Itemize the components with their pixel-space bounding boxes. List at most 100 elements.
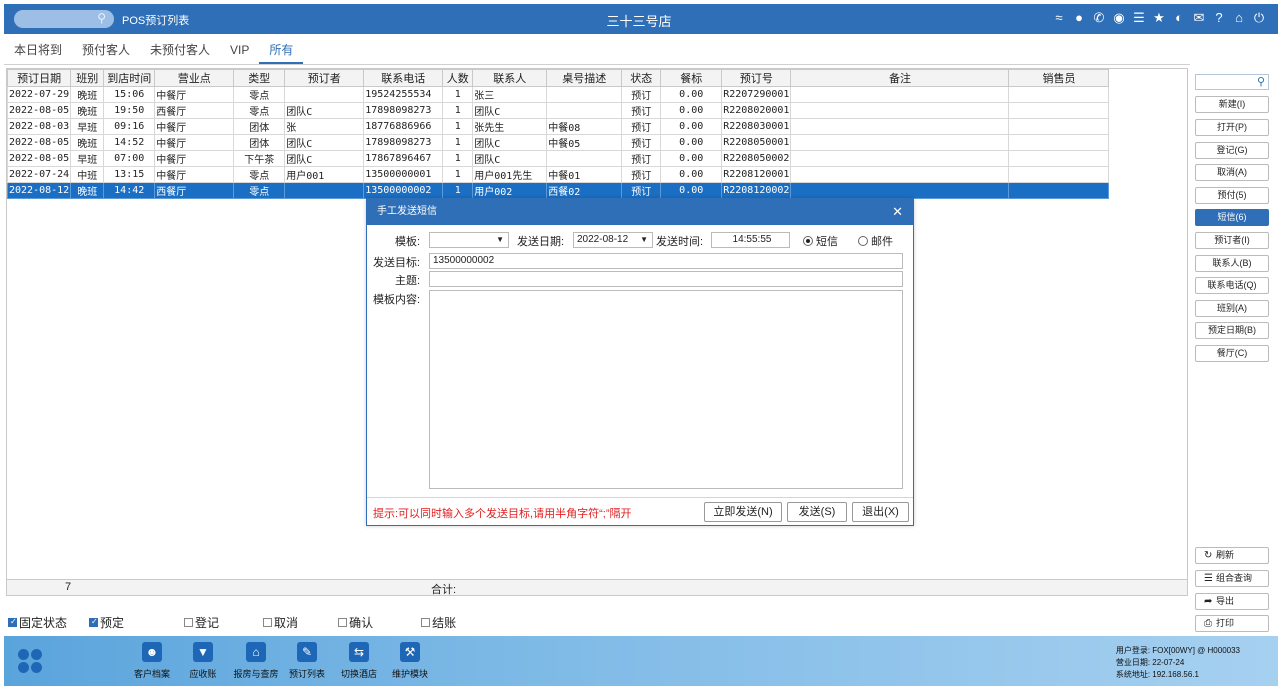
check-settled[interactable]: 结账 bbox=[421, 614, 456, 631]
panel-search-input[interactable]: ⚲ bbox=[1195, 74, 1269, 90]
table-cell[interactable]: 0.00 bbox=[660, 118, 723, 135]
mail-icon[interactable]: ✉ bbox=[1192, 10, 1206, 26]
table-cell[interactable]: 西餐厅 bbox=[154, 182, 235, 199]
col-header[interactable]: 类型 bbox=[233, 69, 286, 87]
table-cell[interactable]: R2208120002 bbox=[721, 182, 792, 199]
table-cell[interactable]: R2208020001 bbox=[721, 102, 792, 119]
table-cell[interactable]: 预订 bbox=[621, 118, 662, 135]
checkbox-icon[interactable] bbox=[421, 618, 431, 627]
star-icon[interactable]: ★ bbox=[1152, 10, 1166, 26]
table-cell[interactable]: 0.00 bbox=[660, 182, 723, 199]
check-fixed-status[interactable]: 固定状态 bbox=[8, 614, 67, 631]
table-cell[interactable] bbox=[1008, 102, 1110, 119]
table-cell[interactable]: 13:15 bbox=[103, 166, 156, 183]
table-cell[interactable]: 14:52 bbox=[103, 134, 156, 151]
table-cell[interactable]: 团体 bbox=[233, 118, 286, 135]
col-header[interactable]: 销售员 bbox=[1008, 69, 1110, 87]
table-cell[interactable]: 零点 bbox=[233, 166, 286, 183]
table-cell[interactable] bbox=[284, 86, 365, 103]
table-cell[interactable]: 1 bbox=[442, 102, 474, 119]
table-cell[interactable] bbox=[546, 102, 623, 119]
table-cell[interactable]: 团队C bbox=[472, 134, 548, 151]
table-row[interactable]: 2022-08-05 早班 07:00 中餐厅 下午茶 团队C 17867896467 1 团队… bbox=[6, 150, 1110, 167]
table-row[interactable]: 2022-08-05 晚班 14:52 中餐厅 团体 团队C 17898098273 1 团队C… bbox=[6, 134, 1110, 151]
send-now-button[interactable]: 立即发送(N) bbox=[704, 502, 782, 522]
sort-phone-button[interactable]: 联系电话(Q) bbox=[1195, 277, 1269, 294]
radio-dot-icon[interactable] bbox=[803, 236, 813, 246]
prepay-button[interactable]: 预付(5) bbox=[1195, 187, 1269, 204]
table-cell[interactable]: 13500000001 bbox=[363, 166, 444, 183]
target-input[interactable]: 13500000002 bbox=[429, 253, 903, 269]
table-cell[interactable] bbox=[790, 150, 1010, 167]
table-cell[interactable]: 西餐02 bbox=[546, 182, 623, 199]
table-cell[interactable] bbox=[1008, 134, 1110, 151]
combo-query-button[interactable]: ☰ 组合查询 bbox=[1195, 570, 1269, 587]
table-cell[interactable]: R2208050002 bbox=[721, 150, 792, 167]
table-cell[interactable] bbox=[1008, 86, 1110, 103]
table-cell[interactable]: R2208050001 bbox=[721, 134, 792, 151]
checkbox-icon[interactable] bbox=[338, 618, 348, 627]
tab-today-arrival[interactable]: 本日将到 bbox=[4, 40, 72, 64]
table-cell[interactable]: 2022-07-29 bbox=[6, 86, 72, 103]
table-cell[interactable] bbox=[790, 166, 1010, 183]
table-cell[interactable] bbox=[1008, 150, 1110, 167]
table-cell[interactable]: 中餐厅 bbox=[154, 166, 235, 183]
send-button[interactable]: 发送(S) bbox=[787, 502, 847, 522]
table-cell[interactable]: 预订 bbox=[621, 182, 662, 199]
table-cell[interactable] bbox=[284, 182, 365, 199]
col-header[interactable]: 餐标 bbox=[660, 69, 723, 87]
col-header[interactable]: 人数 bbox=[442, 69, 474, 87]
checkbox-icon[interactable] bbox=[8, 617, 17, 627]
contrast-icon[interactable]: ◐ bbox=[1172, 10, 1186, 26]
table-cell[interactable]: 1 bbox=[442, 166, 474, 183]
tab-all[interactable]: 所有 bbox=[259, 40, 304, 64]
col-header[interactable]: 预订日期 bbox=[6, 69, 72, 87]
table-cell[interactable]: 团队C bbox=[284, 134, 365, 151]
checkbox-icon[interactable] bbox=[263, 618, 273, 627]
power-icon[interactable]: ⏻ bbox=[1252, 10, 1266, 26]
table-cell[interactable]: 晚班 bbox=[70, 134, 105, 151]
check-registered[interactable]: 登记 bbox=[184, 614, 219, 631]
register-button[interactable]: 登记(G) bbox=[1195, 142, 1269, 159]
open-button[interactable]: 打开(P) bbox=[1195, 119, 1269, 136]
table-cell[interactable]: 团队C bbox=[284, 102, 365, 119]
table-cell[interactable] bbox=[790, 102, 1010, 119]
nav-maintenance[interactable]: ⚒ 维护模块 bbox=[385, 642, 435, 680]
table-cell[interactable]: 14:42 bbox=[103, 182, 156, 199]
table-cell[interactable]: 2022-08-05 bbox=[6, 102, 72, 119]
table-cell[interactable]: 0.00 bbox=[660, 134, 723, 151]
table-cell[interactable]: 用户001 bbox=[284, 166, 365, 183]
col-header[interactable]: 状态 bbox=[621, 69, 662, 87]
table-cell[interactable]: 预订 bbox=[621, 150, 662, 167]
table-cell[interactable]: 19524255534 bbox=[363, 86, 444, 103]
table-cell[interactable]: 团队C bbox=[472, 150, 548, 167]
table-cell[interactable] bbox=[1008, 182, 1110, 199]
table-cell[interactable]: 预订 bbox=[621, 102, 662, 119]
table-cell[interactable]: 中餐厅 bbox=[154, 134, 235, 151]
table-cell[interactable]: 早班 bbox=[70, 118, 105, 135]
table-cell[interactable]: 17898098273 bbox=[363, 134, 444, 151]
sort-restaurant-button[interactable]: 餐厅(C) bbox=[1195, 345, 1269, 362]
sort-contact-button[interactable]: 联系人(B) bbox=[1195, 255, 1269, 272]
refresh-button[interactable]: ↻ 刷新 bbox=[1195, 547, 1269, 564]
table-cell[interactable] bbox=[790, 134, 1010, 151]
table-cell[interactable]: 0.00 bbox=[660, 102, 723, 119]
search-icon[interactable]: ⚲ bbox=[1257, 75, 1265, 88]
table-cell[interactable]: 1 bbox=[442, 86, 474, 103]
close-icon[interactable]: ✕ bbox=[892, 199, 903, 225]
radio-email[interactable]: 邮件 bbox=[858, 233, 893, 249]
col-header[interactable]: 联系电话 bbox=[363, 69, 444, 87]
table-cell[interactable]: 早班 bbox=[70, 150, 105, 167]
table-cell[interactable]: 下午茶 bbox=[233, 150, 286, 167]
table-cell[interactable]: 用户001先生 bbox=[472, 166, 548, 183]
home-icon[interactable]: ⌂ bbox=[1232, 10, 1246, 26]
col-header[interactable]: 桌号描述 bbox=[546, 69, 623, 87]
sort-date-button[interactable]: 预定日期(B) bbox=[1195, 322, 1269, 339]
chevron-down-icon[interactable]: ▼ bbox=[496, 233, 504, 247]
table-cell[interactable]: 中班 bbox=[70, 166, 105, 183]
table-cell[interactable]: 预订 bbox=[621, 166, 662, 183]
table-cell[interactable]: 西餐厅 bbox=[154, 102, 235, 119]
top-search-box[interactable]: ⚲ bbox=[14, 10, 114, 28]
subject-input[interactable] bbox=[429, 271, 903, 287]
table-cell[interactable]: R2208030001 bbox=[721, 118, 792, 135]
